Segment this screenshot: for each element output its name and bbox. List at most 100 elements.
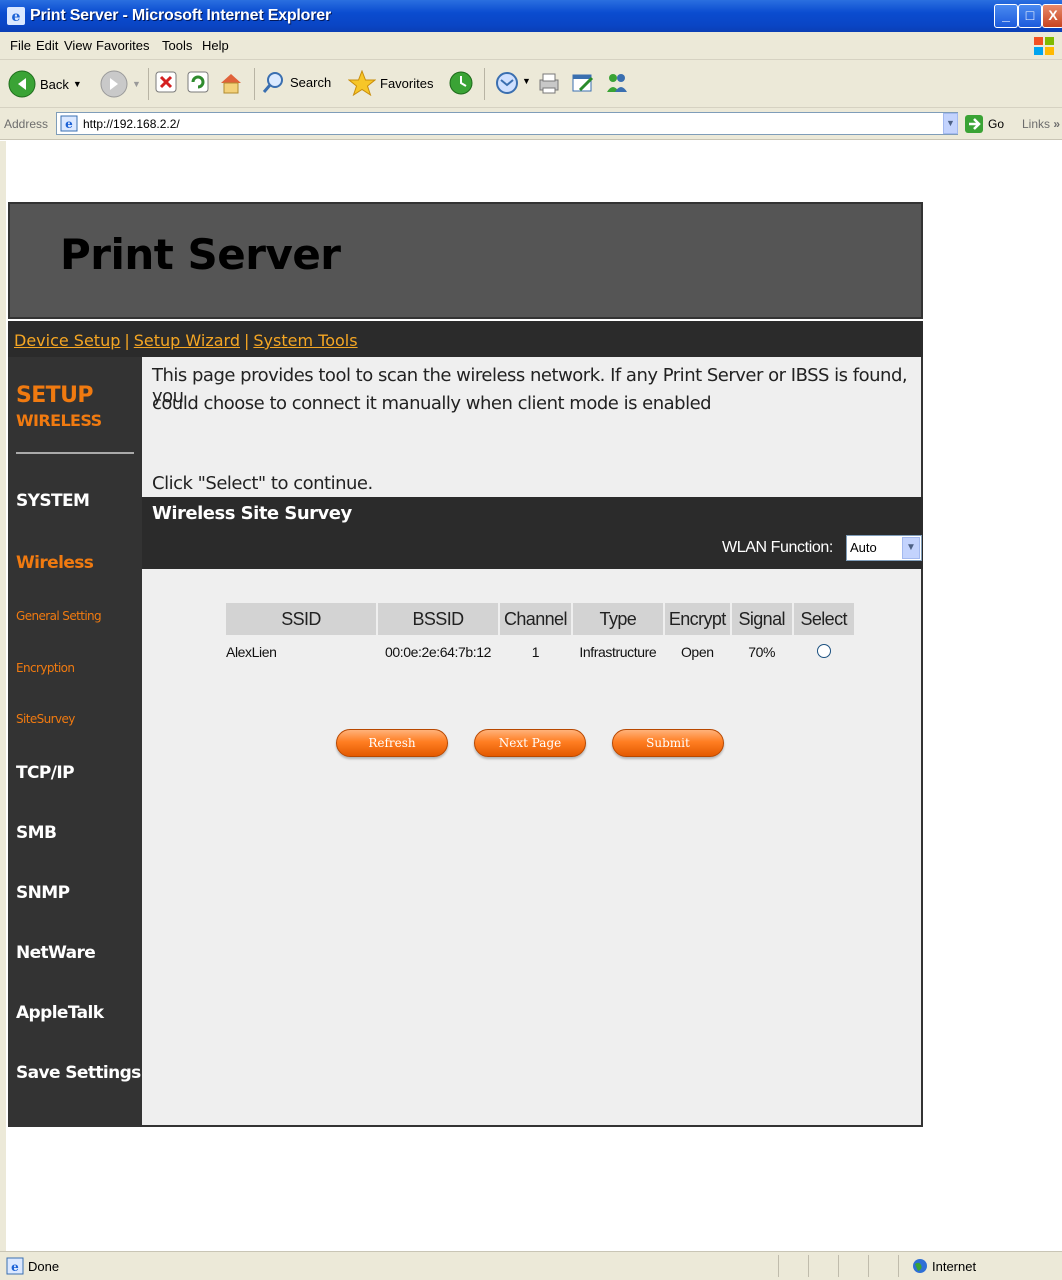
menu-file[interactable]: File: [10, 38, 31, 53]
svg-text:e: e: [65, 117, 73, 131]
edit-icon[interactable]: [570, 70, 596, 96]
sidebar-item-general-setting[interactable]: General Setting: [16, 609, 102, 623]
nav-setup-wizard[interactable]: Setup Wizard: [134, 331, 240, 350]
wlan-function-select[interactable]: Auto ▼: [846, 535, 922, 561]
wlan-function-label: WLAN Function:: [722, 539, 833, 556]
toolbar: Back ▼ ▼ Search Favorites ▼: [0, 60, 1062, 108]
refresh-icon[interactable]: [186, 70, 210, 94]
nav-system-tools[interactable]: System Tools: [253, 331, 357, 350]
sidebar-item-appletalk[interactable]: AppleTalk: [16, 1003, 104, 1023]
maximize-button[interactable]: □: [1018, 4, 1042, 28]
description-line-2: could choose to connect it manually when…: [152, 393, 712, 414]
menu-view[interactable]: View: [64, 38, 92, 53]
menu-help[interactable]: Help: [202, 38, 229, 53]
title-bar: e Print Server - Microsoft Internet Expl…: [0, 0, 1062, 32]
favorites-label: Favorites: [380, 75, 434, 91]
sidebar-item-wireless[interactable]: Wireless: [16, 553, 94, 573]
next-page-button[interactable]: Next Page: [474, 729, 586, 757]
nav-device-setup[interactable]: Device Setup: [14, 331, 120, 350]
sidebar-item-sitesurvey[interactable]: SiteSurvey: [16, 712, 75, 726]
window-title: Print Server - Microsoft Internet Explor…: [30, 7, 332, 24]
header-ssid: SSID: [226, 603, 376, 635]
menu-edit[interactable]: Edit: [36, 38, 58, 53]
close-button[interactable]: X: [1042, 4, 1062, 28]
cell-bssid: 00:0e:2e:64:7b:12: [384, 644, 492, 660]
sidebar-divider: [16, 452, 134, 454]
chevron-down-icon: ▼: [902, 537, 920, 559]
status-text: Done: [28, 1259, 60, 1274]
search-button[interactable]: Search: [262, 70, 331, 94]
survey-header-bar: Wireless Site Survey WLAN Function: Auto…: [142, 497, 923, 569]
go-arrow-icon: [965, 115, 983, 133]
sidebar-item-smb[interactable]: SMB: [16, 823, 57, 843]
submit-button[interactable]: Submit: [612, 729, 724, 757]
menu-favorites[interactable]: Favorites: [96, 38, 149, 53]
stop-icon[interactable]: [154, 70, 178, 94]
ie-window-icon: e: [7, 7, 25, 25]
links-chevron-icon: »: [1053, 117, 1061, 131]
security-zone: Internet: [932, 1259, 977, 1274]
sidebar-item-save-settings[interactable]: Save Settings: [16, 1063, 141, 1083]
favorites-button[interactable]: Favorites: [348, 70, 433, 96]
forward-button[interactable]: ▼: [100, 70, 141, 98]
cell-encrypt: Open: [680, 644, 714, 660]
minimize-button[interactable]: _: [994, 4, 1018, 28]
address-dropdown-icon[interactable]: ▼: [943, 113, 958, 134]
header-select: Select: [793, 603, 854, 635]
header-signal: Signal: [731, 603, 792, 635]
links-label: Links: [1022, 117, 1051, 131]
nav-separator: |: [124, 331, 130, 350]
refresh-button[interactable]: Refresh: [336, 729, 448, 757]
cell-channel: 1: [531, 644, 540, 660]
main-content: This page provides tool to scan the wire…: [142, 357, 923, 1127]
history-icon[interactable]: [448, 70, 474, 96]
back-button[interactable]: Back ▼: [8, 70, 82, 98]
survey-title: Wireless Site Survey: [152, 503, 352, 524]
sidebar-item-snmp[interactable]: SNMP: [16, 883, 70, 903]
globe-icon: [913, 1259, 927, 1273]
go-button[interactable]: Go: [964, 114, 1004, 134]
messenger-icon[interactable]: [604, 70, 630, 96]
site-survey-table: SSID BSSID Channel Type Encrypt Signal S…: [224, 601, 856, 669]
back-arrow-icon: [8, 70, 36, 98]
links-button[interactable]: Links »: [1022, 117, 1060, 131]
instruction-text: Click "Select" to continue.: [152, 473, 373, 494]
page-icon: e: [60, 115, 78, 132]
mail-icon[interactable]: [494, 70, 520, 96]
go-label: Go: [988, 117, 1005, 131]
forward-dropdown-icon[interactable]: ▼: [132, 79, 141, 89]
search-icon: [262, 72, 283, 93]
header-encrypt: Encrypt: [664, 603, 730, 635]
sidebar-item-netware[interactable]: NetWare: [16, 943, 96, 963]
sidebar-item-system[interactable]: SYSTEM: [16, 491, 90, 511]
forward-arrow-icon: [100, 70, 128, 98]
sidebar-item-encryption[interactable]: Encryption: [16, 661, 75, 675]
page-icon: e: [6, 1257, 24, 1275]
windows-logo-icon: [1034, 37, 1054, 55]
sidebar: SETUP WIRELESS SYSTEM Wireless General S…: [8, 357, 142, 1127]
header-bssid: BSSID: [378, 603, 498, 635]
print-icon[interactable]: [536, 70, 562, 96]
page-viewport: Print Server Device Setup | Setup Wizard | S…: [0, 141, 1062, 1251]
page-header: Print Server: [8, 202, 923, 319]
back-dropdown-icon[interactable]: ▼: [73, 79, 82, 89]
sidebar-subsection-title: WIRELESS: [16, 411, 102, 430]
svg-text:e: e: [12, 9, 21, 25]
menu-tools[interactable]: Tools: [162, 38, 192, 53]
address-label: Address: [4, 117, 49, 131]
top-navigation: Device Setup | Setup Wizard | System Tools: [8, 321, 923, 357]
home-icon[interactable]: [218, 70, 244, 96]
table-header-row: SSID BSSID Channel Type Encrypt Signal S…: [226, 603, 854, 635]
address-bar: Address e http://192.168.2.2/ ▼ Go Links…: [0, 108, 1062, 140]
address-input[interactable]: e http://192.168.2.2/: [56, 112, 958, 135]
header-type: Type: [572, 603, 663, 635]
sidebar-item-tcpip[interactable]: TCP/IP: [16, 763, 75, 783]
mail-dropdown-icon[interactable]: ▼: [522, 76, 531, 86]
address-url: http://192.168.2.2/: [83, 117, 180, 131]
cell-ssid: AlexLien: [226, 644, 277, 660]
nav-separator: |: [244, 331, 250, 350]
search-label: Search: [290, 74, 332, 90]
header-channel: Channel: [500, 603, 571, 635]
menu-bar: File Edit View Favorites Tools Help: [0, 32, 1062, 60]
select-radio[interactable]: [816, 643, 831, 658]
